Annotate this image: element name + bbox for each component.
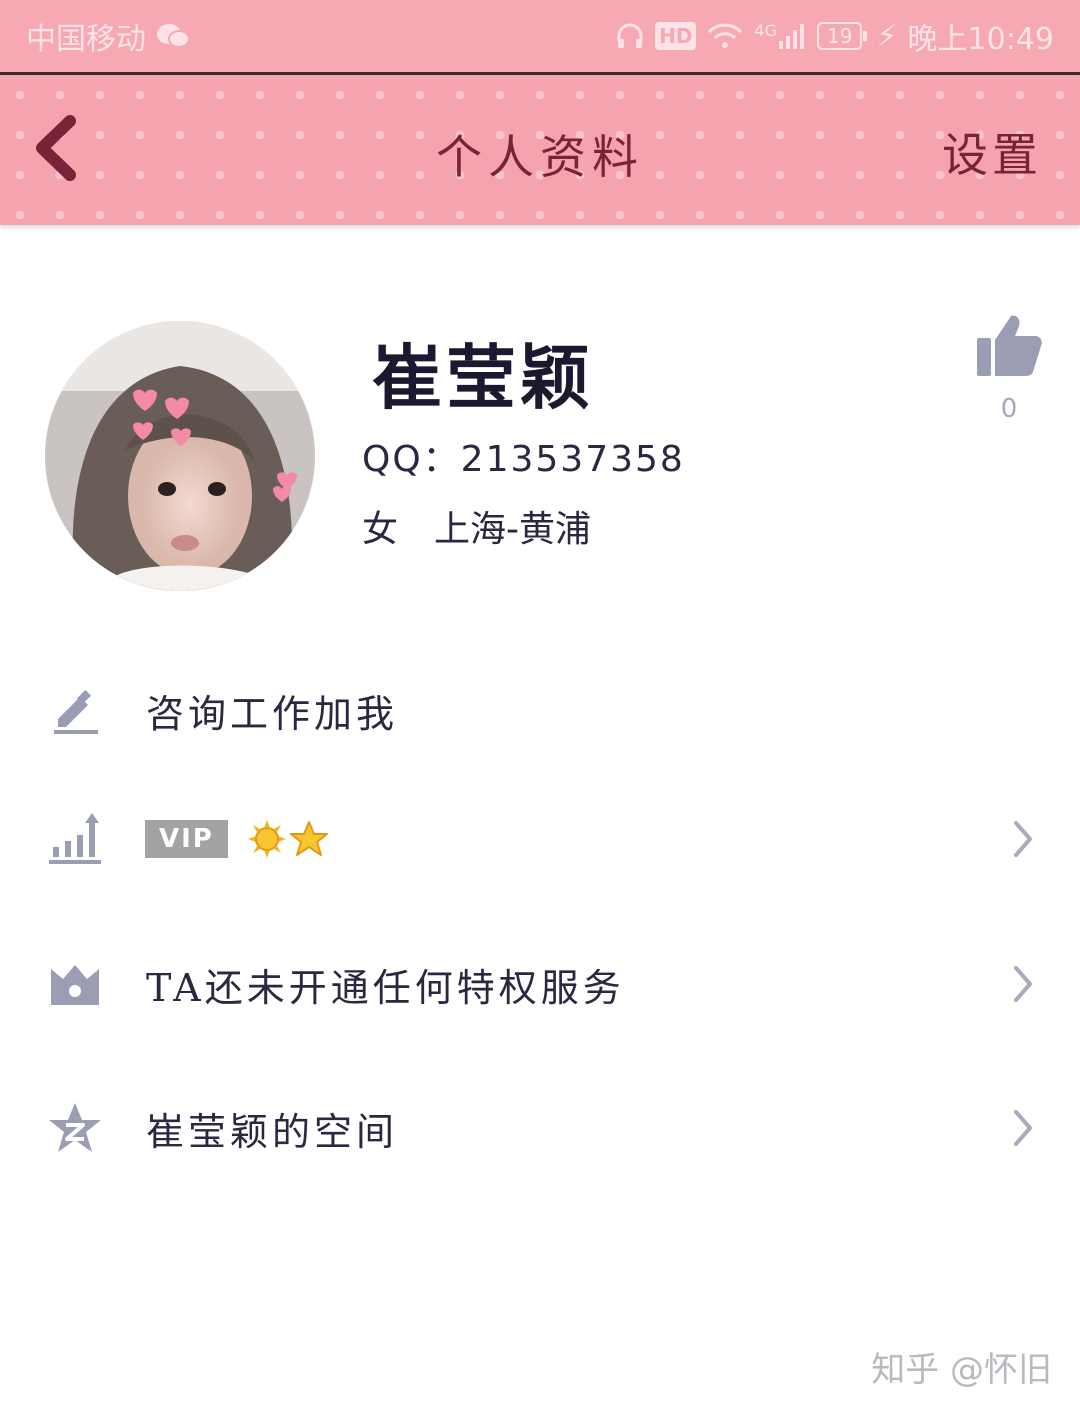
star-badge-icon [289,821,328,856]
level-chart-icon [46,810,104,868]
page-title: 个人资料 [436,130,644,184]
chevron-right-icon [1014,821,1032,857]
nav-bar: 个人资料 设置 [0,72,1080,225]
thumbs-up-icon [977,315,1042,376]
chevron-right-icon [1014,966,1032,1002]
carrier-label: 中国移动 [26,22,146,57]
avatar[interactable] [45,321,315,591]
like-button[interactable]: 0 [975,312,1043,424]
profile-meta: 女 上海-黄浦 [362,500,591,552]
qzone-star-icon [46,1099,104,1157]
charging-icon: ⚡ [876,18,898,54]
list-item-qzone[interactable]: 崔莹颖的空间 [0,1073,1080,1183]
privileges-text: TA还未开通任何特权服务 [146,965,625,1010]
list-item-privileges[interactable]: TA还未开通任何特权服务 [0,929,1080,1039]
gender-label: 女 [362,509,399,550]
wifi-icon [706,22,744,50]
chevron-right-icon [1014,1110,1032,1146]
settings-button[interactable]: 设置 [942,119,1042,185]
qzone-text: 崔莹颖的空间 [146,1109,399,1154]
level-badges [247,820,328,858]
crown-icon [46,955,104,1013]
pencil-icon [46,681,104,739]
like-count: 0 [1000,394,1018,424]
status-bar: 中国移动 HD 4G 19 ⚡ 晚上10:49 [0,0,1080,72]
list-item-signature[interactable]: 咨询工作加我 [0,655,1080,765]
qq-number: QQ：213537358 [362,439,685,480]
profile-name: 崔莹颖 [372,336,594,419]
hd-icon: HD [655,22,697,50]
vip-badge: VIP [145,820,228,858]
watermark: 知乎 @怀旧 [871,1350,1052,1390]
signal-icon: 4G [754,21,807,51]
vip-level: VIP [145,820,328,858]
headphones-icon [615,21,645,51]
location-label: 上海-黄浦 [434,509,592,550]
wechat-icon [156,22,190,50]
sun-badge-icon [247,820,286,858]
list-item-vip-level[interactable]: VIP [0,784,1080,894]
clock: 晚上10:49 [907,22,1054,57]
signature-text: 咨询工作加我 [146,691,399,736]
battery-icon: 19 [817,22,868,50]
